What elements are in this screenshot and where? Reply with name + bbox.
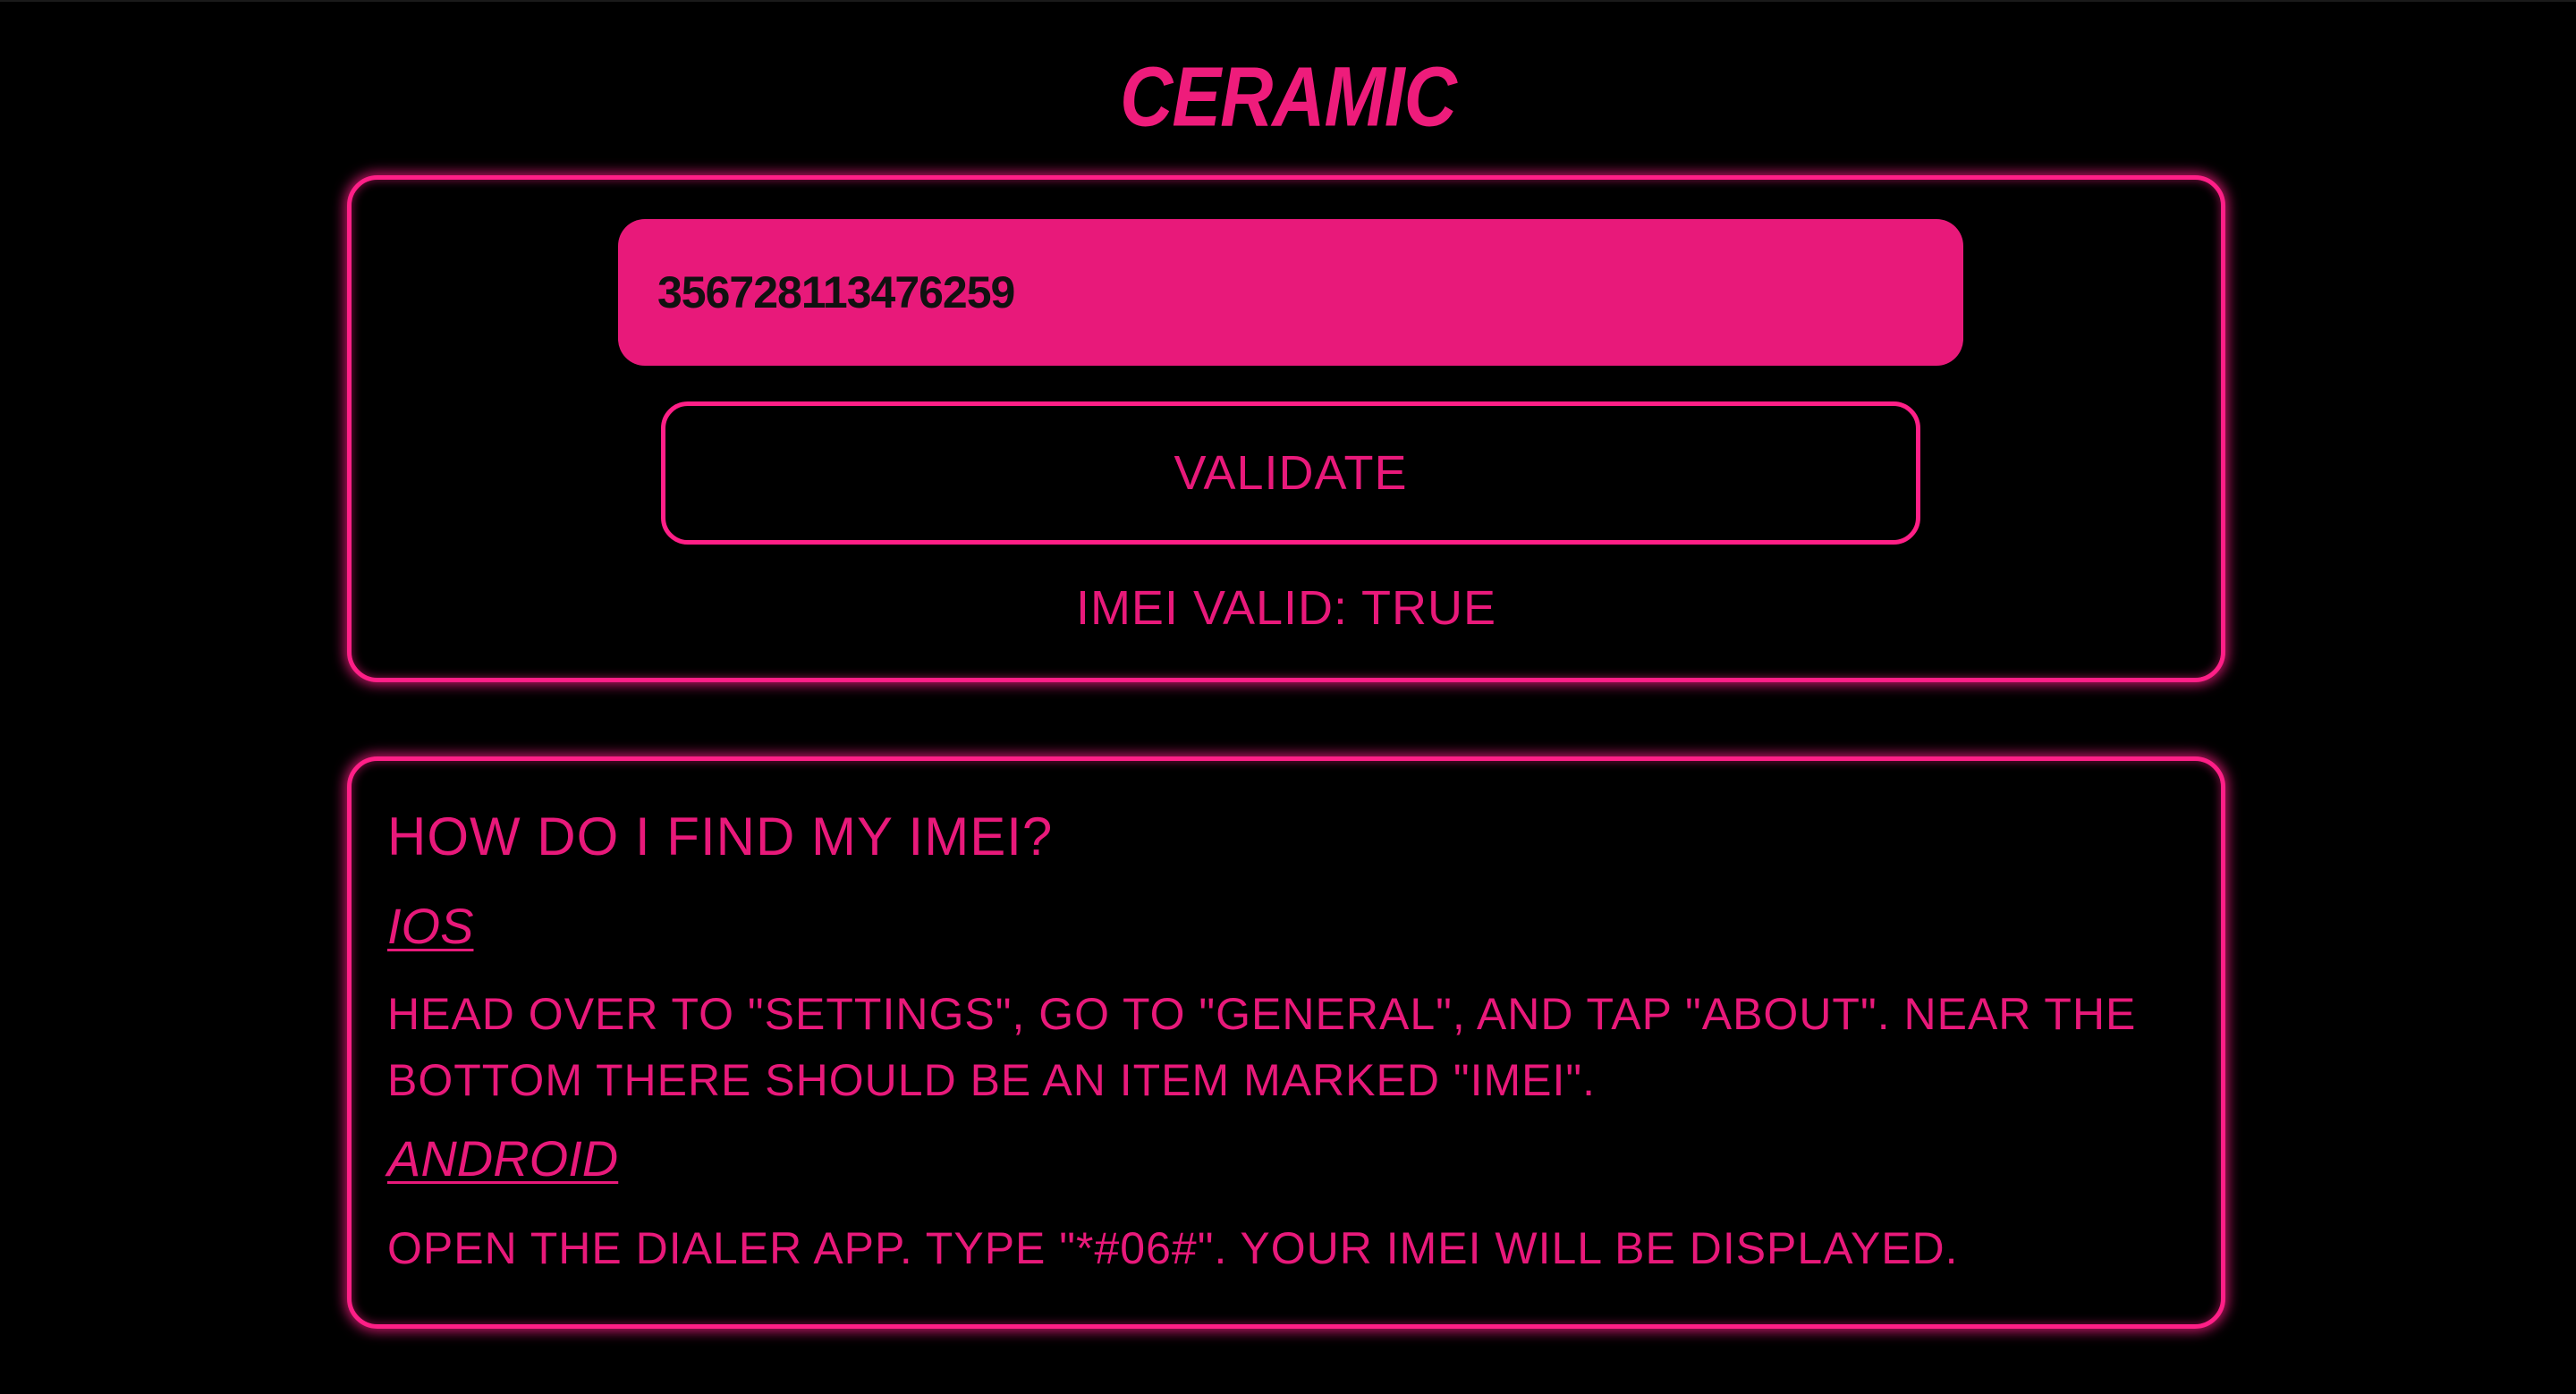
help-card: HOW DO I FIND MY IMEI? IOS HEAD OVER TO … (347, 756, 2225, 1329)
android-instructions: OPEN THE DIALER APP. TYPE "*#06#". YOUR … (387, 1223, 1959, 1273)
validator-card: VALIDATE IMEI VALID: TRUE (347, 175, 2225, 682)
help-title: HOW DO I FIND MY IMEI? (387, 807, 1054, 866)
ios-instructions: HEAD OVER TO "SETTINGS", GO TO "GENERAL"… (387, 989, 2137, 1105)
app-title: CERAMIC (1120, 50, 1457, 145)
window-top-edge (0, 0, 2576, 2)
validation-status: IMEI VALID: TRUE (1075, 581, 1497, 635)
ios-heading: IOS (387, 898, 474, 954)
android-heading: ANDROID (387, 1130, 619, 1187)
validate-button[interactable]: VALIDATE (661, 401, 1920, 545)
imei-input[interactable] (618, 219, 1963, 366)
